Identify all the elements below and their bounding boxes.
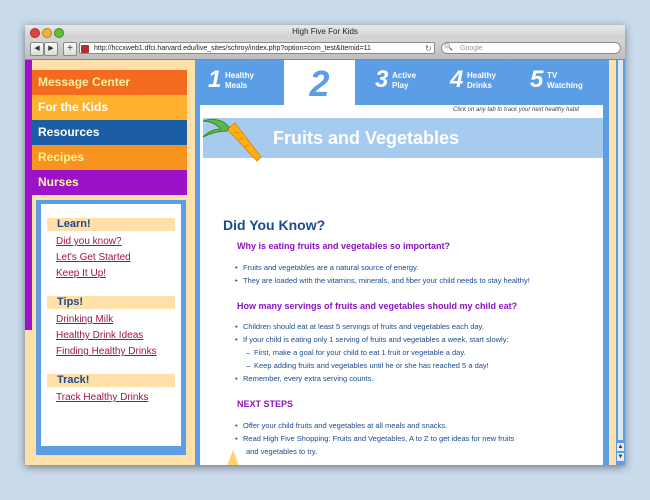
tab-number: 5 — [530, 66, 544, 93]
list-item-text: Children should eat at least 5 servings … — [243, 322, 484, 331]
menu-item-nurses[interactable]: Nurses — [32, 170, 187, 195]
section-title-learn: Learn! — [47, 218, 175, 231]
scrollbar-track[interactable] — [618, 60, 623, 440]
list-item: • They are loaded with the vitamins, mine… — [235, 276, 530, 285]
list-item-text: Keep adding fruits and vegetables until … — [254, 361, 489, 370]
list-item-text: Offer your child fruits and vegetables a… — [243, 421, 448, 430]
banner-title: Fruits and Vegetables — [273, 128, 460, 148]
tab-healthy-meals[interactable]: 1 Healthy Meals — [208, 66, 278, 99]
tab-fruits-vegetables-active[interactable]: 2 — [284, 60, 355, 115]
tab-label: Healthy Meals — [225, 71, 254, 90]
link-keep-it-up[interactable]: Keep It Up! — [56, 267, 106, 280]
tabs-hint: Click on any tab to track your next heal… — [453, 107, 580, 113]
back-button[interactable]: ◀ — [30, 42, 44, 56]
list-item-text: They are loaded with the vitamins, miner… — [243, 276, 530, 285]
did-you-know-heading: Did You Know? — [223, 217, 326, 233]
web-page: Message Center For the Kids Resources Re… — [25, 60, 625, 465]
title-bar: High Five For Kids — [25, 25, 625, 39]
address-bar[interactable]: http://hccxweb1.dfci.harvard.edu/live_si… — [79, 42, 435, 54]
close-window-button[interactable] — [30, 28, 40, 38]
question-how-many-servings: How many servings of fruits and vegetabl… — [237, 301, 518, 311]
section-title-tips: Tips! — [47, 296, 175, 309]
list-item-text: Fruits and vegetables are a natural sour… — [243, 263, 419, 272]
list-item: • Fruits and vegetables are a natural sou… — [235, 263, 419, 272]
zoom-window-button[interactable] — [54, 28, 64, 38]
list-item: • Remember, every extra serving counts. — [235, 374, 374, 383]
tab-label: TV Watching — [547, 71, 583, 90]
question-why-important: Why is eating fruits and vegetables so i… — [237, 241, 451, 251]
menu-item-label: Nurses — [38, 175, 79, 189]
decorative-star-shape — [227, 450, 239, 465]
sub-list-item: – Keep adding fruits and vegetables until… — [246, 361, 489, 370]
next-steps-heading: NEXT STEPS — [237, 399, 294, 409]
menu-item-recipes[interactable]: Recipes — [32, 145, 187, 170]
link-track-healthy-drinks[interactable]: Track Healthy Drinks — [56, 391, 148, 404]
list-item-text: First, make a goal for your child to eat… — [254, 348, 466, 357]
submenu-inner: Learn! Did you know? Let's Get Started K… — [41, 204, 181, 446]
minimize-window-button[interactable] — [42, 28, 52, 38]
tab-number: 2 — [309, 63, 330, 104]
tab-number: 1 — [208, 66, 222, 93]
tab-label: Healthy Drinks — [467, 71, 496, 90]
nurses-submenu-panel: Learn! Did you know? Let's Get Started K… — [36, 200, 186, 455]
menu-item-label: Message Center — [38, 75, 131, 89]
section-title-track: Track! — [47, 374, 175, 387]
link-healthy-drink-ideas[interactable]: Healthy Drink Ideas — [56, 329, 143, 342]
link-drinking-milk[interactable]: Drinking Milk — [56, 313, 113, 326]
browser-window: High Five For Kids ◀ ▶ + http://hccxweb1… — [25, 25, 625, 465]
menu-item-label: Recipes — [38, 150, 85, 164]
add-bookmark-button[interactable]: + — [63, 42, 77, 56]
list-item: • Read High Five Shopping: Fruits and Veg… — [235, 434, 515, 443]
sidebar-accent-bar — [25, 60, 32, 330]
site-favicon-icon — [81, 45, 89, 53]
tab-label: Active Play — [392, 71, 417, 90]
scroll-up-arrow-icon[interactable]: ▲ — [617, 443, 624, 451]
link-did-you-know[interactable]: Did you know? — [56, 235, 122, 248]
list-item-text: Remember, every extra serving counts. — [243, 374, 374, 383]
carrot-icon — [202, 118, 262, 162]
list-item-continuation: and vegetables to try. — [246, 447, 318, 456]
sidebar: Message Center For the Kids Resources Re… — [25, 60, 187, 465]
tab-active-play[interactable]: 3 Active Play — [375, 66, 445, 99]
search-input[interactable]: Google — [441, 42, 621, 54]
link-lets-get-started[interactable]: Let's Get Started — [56, 251, 131, 264]
back-arrow-icon: ◀ — [34, 45, 40, 52]
list-item-text: Read High Five Shopping: Fruits and Vege… — [243, 434, 515, 443]
forward-button[interactable]: ▶ — [44, 42, 58, 56]
search-icon: 🔍 — [444, 44, 453, 51]
menu-item-label: Resources — [38, 125, 100, 139]
vertical-scrollbar[interactable]: ▲ ▼ — [616, 60, 625, 465]
menu-item-for-the-kids[interactable]: For the Kids — [32, 95, 187, 120]
tab-number: 4 — [450, 66, 464, 93]
menu-item-resources[interactable]: Resources — [32, 120, 187, 145]
menu-item-label: For the Kids — [38, 100, 109, 114]
list-item: • Offer your child fruits and vegetables … — [235, 421, 448, 430]
habit-tabs: 1 Healthy Meals 2 3 Active Play 4 Health… — [200, 60, 603, 115]
link-finding-healthy-drinks[interactable]: Finding Healthy Drinks — [56, 345, 157, 358]
window-title: High Five For Kids — [292, 27, 358, 36]
tab-tv-watching[interactable]: 5 TV Watching — [530, 66, 600, 99]
browser-toolbar: ◀ ▶ + http://hccxweb1.dfci.harvard.edu/l… — [25, 39, 625, 60]
plus-icon: + — [67, 43, 73, 54]
sub-list-item: – First, make a goal for your child to ea… — [246, 348, 466, 357]
list-item: • If your child is eating only 1 serving … — [235, 335, 509, 344]
tab-healthy-drinks[interactable]: 4 Healthy Drinks — [450, 66, 520, 99]
list-item-text: If your child is eating only 1 serving o… — [243, 335, 509, 344]
list-item: • Children should eat at least 5 servings… — [235, 322, 484, 331]
forward-arrow-icon: ▶ — [48, 45, 54, 52]
menu-item-message-center[interactable]: Message Center — [32, 70, 187, 95]
scroll-down-arrow-icon[interactable]: ▼ — [617, 453, 624, 461]
reload-icon[interactable]: ↻ — [425, 44, 432, 54]
tab-number: 3 — [375, 66, 389, 93]
